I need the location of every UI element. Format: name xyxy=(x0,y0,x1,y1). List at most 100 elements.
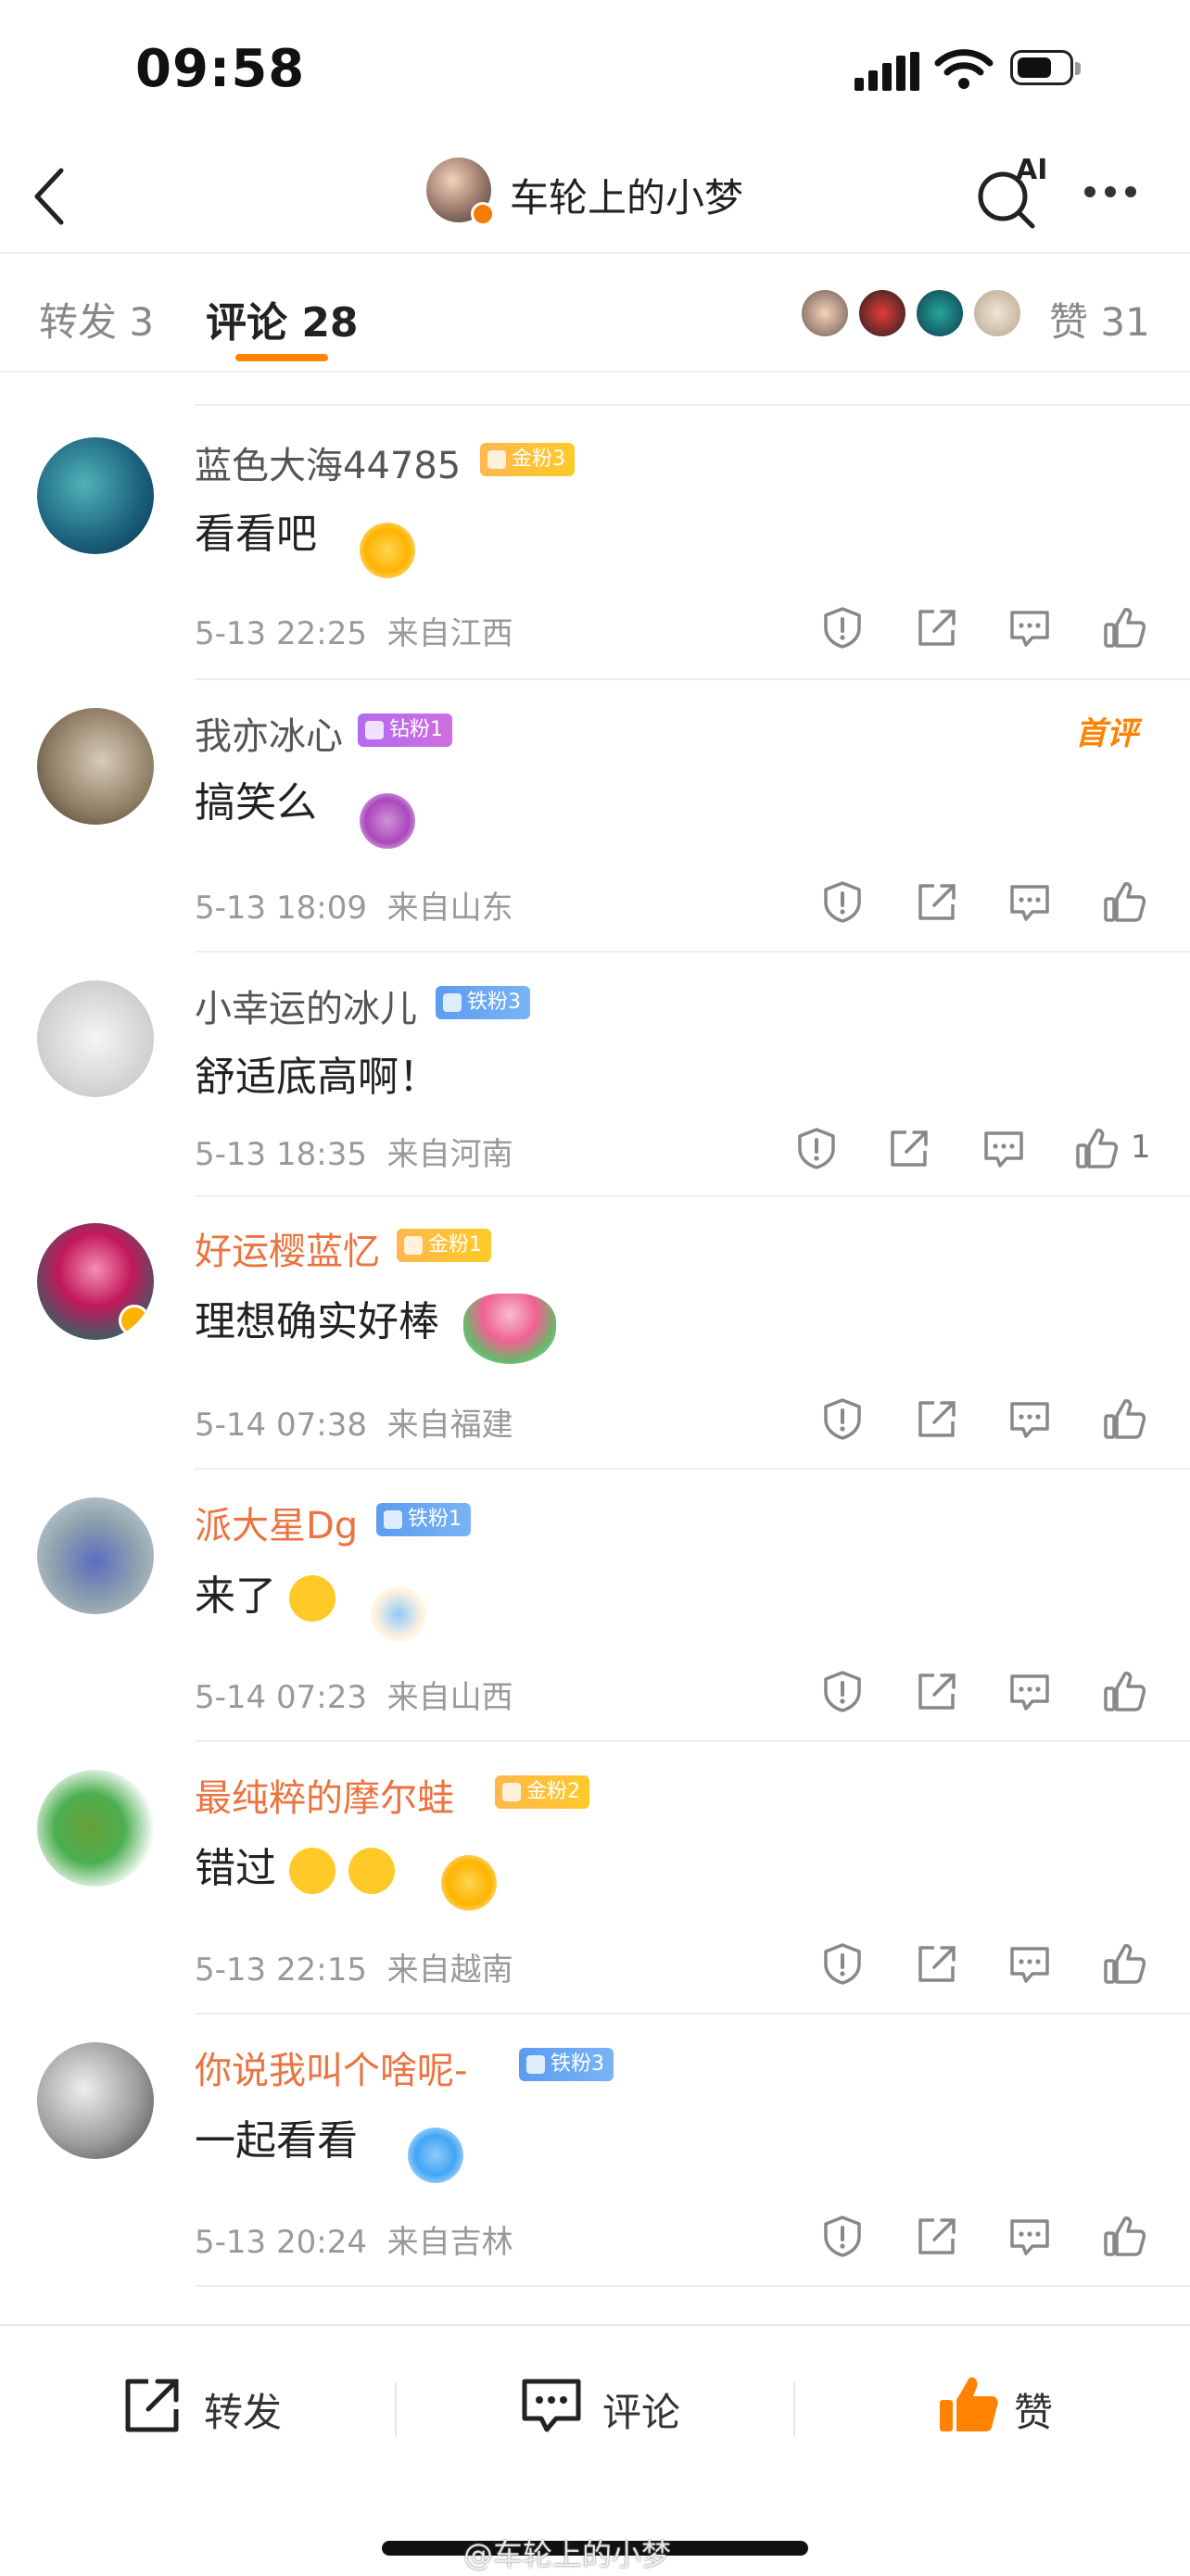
commenter-name[interactable]: 最纯粹的摩尔蛙 xyxy=(195,1768,454,1822)
comment-text: 来了 xyxy=(195,1562,335,1622)
report-button[interactable] xyxy=(821,606,864,649)
battery-icon xyxy=(1010,50,1081,85)
fan-badge[interactable]: 钻粉1 xyxy=(358,713,452,747)
cellular-signal-icon xyxy=(855,52,919,91)
thumbs-up-icon xyxy=(1104,1672,1146,1711)
back-arrow-icon[interactable] xyxy=(28,159,74,234)
comment-item: 好运樱蓝忆 金粉1 理想确实好棒 5-14 07:38 来自福建 xyxy=(0,1197,1190,1468)
more-options-icon[interactable] xyxy=(1084,183,1146,201)
first-comment-tag: 首评 xyxy=(1075,715,1138,752)
commenter-name[interactable]: 我亦冰心 xyxy=(195,706,343,760)
fan-badge-label: 铁粉3 xyxy=(551,2052,604,2076)
cry-laugh-emoji-icon xyxy=(348,1848,395,1894)
fan-badge[interactable]: 铁粉1 xyxy=(376,1503,471,1536)
nav-bar: 车轮上的小梦 AI xyxy=(0,139,1190,250)
share-icon xyxy=(918,1401,956,1437)
commenter-name[interactable]: 你说我叫个啥呢- xyxy=(195,2040,467,2094)
reply-icon xyxy=(1010,1674,1049,1711)
active-tab-indicator xyxy=(235,354,328,361)
like-button[interactable] xyxy=(1075,1127,1118,1169)
report-button[interactable] xyxy=(821,1942,864,1985)
share-button[interactable] xyxy=(916,880,958,923)
reply-icon xyxy=(1010,611,1049,647)
report-button[interactable] xyxy=(821,1397,864,1440)
report-icon xyxy=(824,881,861,923)
liker-avatar xyxy=(799,287,851,339)
divider xyxy=(793,2381,795,2437)
verified-badge-icon xyxy=(471,202,495,226)
fan-badge[interactable]: 金粉2 xyxy=(495,1775,589,1809)
share-button[interactable] xyxy=(916,606,958,649)
thumbs-up-icon xyxy=(1104,608,1146,648)
like-button[interactable]: 赞 xyxy=(936,2372,1121,2446)
divider xyxy=(195,1740,1190,1742)
comment-item: 蓝色大海44785 金粉3 看看吧 5-13 22:25 来自江西 xyxy=(0,408,1190,678)
like-button[interactable] xyxy=(1103,880,1146,923)
fan-badge-label: 铁粉3 xyxy=(467,991,521,1014)
lotus-sticker-icon xyxy=(463,1294,556,1364)
reply-button[interactable] xyxy=(1008,606,1051,649)
share-icon xyxy=(891,1130,928,1167)
commenter-avatar[interactable] xyxy=(37,1223,154,1340)
watermark: @车轮上的小梦 xyxy=(463,2537,672,2572)
report-button[interactable] xyxy=(821,880,864,923)
fan-badge[interactable]: 金粉1 xyxy=(397,1229,491,1262)
report-button[interactable] xyxy=(795,1127,838,1169)
commenter-avatar[interactable] xyxy=(37,2042,154,2159)
like-button[interactable] xyxy=(1103,606,1146,649)
like-button[interactable] xyxy=(1103,1670,1146,1712)
fan-sticker-icon xyxy=(371,1586,426,1642)
comment-meta: 5-13 22:15 来自越南 xyxy=(195,1951,513,1989)
fan-badge[interactable]: 金粉3 xyxy=(480,443,575,476)
comment-button[interactable]: 评论 xyxy=(519,2372,704,2446)
divider xyxy=(195,951,1190,953)
repost-button[interactable]: 转发 xyxy=(120,2372,306,2446)
comment-meta: 5-13 18:35 来自河南 xyxy=(195,1136,513,1173)
commenter-avatar[interactable] xyxy=(37,980,154,1097)
commenter-avatar[interactable] xyxy=(37,1497,154,1614)
comment-item: 最纯粹的摩尔蛙 金粉2 错过 5-13 22:15 来自越南 xyxy=(0,1742,1190,2013)
fan-badge-label: 铁粉1 xyxy=(408,1508,462,1531)
wifi-icon xyxy=(934,49,994,89)
like-button[interactable] xyxy=(1103,2215,1146,2257)
reply-button[interactable] xyxy=(1008,1670,1051,1712)
tab-repost[interactable]: 转发 3 xyxy=(39,291,154,347)
share-button[interactable] xyxy=(916,1670,958,1712)
fan-badge[interactable]: 铁粉3 xyxy=(436,986,530,1019)
report-icon xyxy=(824,1671,861,1712)
repost-label: 转发 xyxy=(204,2390,283,2435)
commenter-name[interactable]: 小幸运的冰儿 xyxy=(195,979,417,1032)
like-button[interactable] xyxy=(1103,1942,1146,1985)
liker-avatar xyxy=(856,287,908,339)
share-button[interactable] xyxy=(916,1942,958,1985)
commenter-name[interactable]: 好运樱蓝忆 xyxy=(195,1221,380,1275)
like-button[interactable] xyxy=(1103,1397,1146,1440)
reply-button[interactable] xyxy=(1008,1397,1051,1440)
reply-button[interactable] xyxy=(1008,880,1051,923)
reply-button[interactable] xyxy=(1008,2215,1051,2257)
commenter-name[interactable]: 蓝色大海44785 xyxy=(195,436,461,489)
ai-label: AI xyxy=(1016,154,1048,186)
share-button[interactable] xyxy=(888,1127,930,1169)
commenter-avatar[interactable] xyxy=(37,1770,154,1887)
tab-likes[interactable]: 赞 31 xyxy=(1049,291,1150,347)
comment-text: 舒适底高啊！ xyxy=(195,1054,439,1101)
thumbs-up-icon xyxy=(1104,1399,1146,1439)
divider xyxy=(195,1468,1190,1470)
thumbs-up-icon xyxy=(1104,1944,1146,1984)
commenter-name[interactable]: 派大星Dg xyxy=(195,1496,358,1549)
commenter-avatar[interactable] xyxy=(37,437,154,554)
commenter-avatar[interactable] xyxy=(37,708,154,825)
report-button[interactable] xyxy=(821,1670,864,1712)
share-button[interactable] xyxy=(916,1397,958,1440)
fan-badge[interactable]: 铁粉3 xyxy=(519,2048,614,2081)
reply-button[interactable] xyxy=(1008,1942,1051,1985)
fan-badge-label: 金粉1 xyxy=(428,1233,482,1256)
reply-button[interactable] xyxy=(982,1127,1025,1169)
page-title[interactable]: 车轮上的小梦 xyxy=(510,167,743,223)
report-icon xyxy=(798,1128,835,1169)
report-button[interactable] xyxy=(821,2215,864,2257)
share-button[interactable] xyxy=(916,2215,958,2257)
tab-comments[interactable]: 评论 28 xyxy=(206,289,359,348)
author-avatar[interactable] xyxy=(426,158,495,226)
